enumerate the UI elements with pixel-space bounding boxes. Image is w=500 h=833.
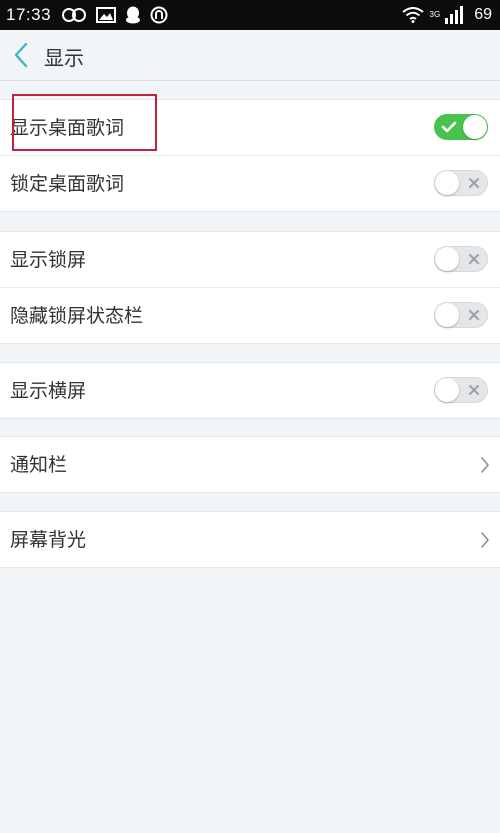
network-type: 3G (429, 10, 441, 19)
chevron-right-icon (481, 532, 489, 548)
top-bar: 显示 (0, 30, 500, 81)
setting-lock-desktop-lyrics[interactable]: 锁定桌面歌词 (0, 155, 500, 211)
chevron-right-icon (481, 457, 489, 473)
setting-label: 隐藏锁屏状态栏 (10, 305, 144, 327)
infinity-loop-icon (62, 8, 87, 22)
cross-icon (469, 178, 479, 188)
image-icon (96, 7, 117, 23)
setting-label: 通知栏 (10, 454, 68, 476)
group-lockscreen: 显示锁屏 隐藏锁屏状态栏 (0, 231, 500, 344)
setting-show-lockscreen[interactable]: 显示锁屏 (0, 232, 500, 287)
setting-notification-bar[interactable]: 通知栏 (0, 437, 500, 492)
status-notification-icons (61, 6, 168, 24)
setting-label: 显示横屏 (10, 380, 87, 402)
show-landscape-toggle[interactable] (434, 377, 488, 403)
setting-hide-lockscreen-statusbar[interactable]: 隐藏锁屏状态栏 (0, 287, 500, 343)
group-landscape: 显示横屏 (0, 362, 500, 419)
toggle-knob (435, 171, 459, 195)
cross-icon (469, 310, 479, 320)
setting-label: 显示锁屏 (10, 249, 87, 271)
setting-label: 屏幕背光 (10, 529, 87, 551)
wifi-icon (401, 7, 424, 23)
group-desktop-lyrics: 显示桌面歌词 锁定桌面歌词 (0, 99, 500, 212)
group-screen-backlight: 屏幕背光 (0, 511, 500, 568)
setting-label: 锁定桌面歌词 (10, 173, 125, 195)
toggle-knob (463, 115, 487, 139)
show-lockscreen-toggle[interactable] (434, 246, 488, 272)
setting-show-desktop-lyrics[interactable]: 显示桌面歌词 (0, 100, 500, 155)
show-desktop-lyrics-toggle[interactable] (434, 114, 488, 140)
status-time: 17:33 (6, 5, 52, 24)
check-icon (441, 121, 457, 133)
cross-icon (469, 254, 479, 264)
group-notification-bar: 通知栏 (0, 436, 500, 493)
toggle-knob (435, 247, 459, 271)
status-system-icons: 3G 69 (401, 0, 492, 30)
signal-bars-icon (445, 6, 464, 24)
setting-screen-backlight[interactable]: 屏幕背光 (0, 512, 500, 567)
lock-desktop-lyrics-toggle[interactable] (434, 170, 488, 196)
toggle-knob (435, 303, 459, 327)
chevron-left-icon[interactable] (8, 41, 34, 69)
status-bar: 17:33 3G 69 (0, 0, 500, 30)
cross-icon (469, 385, 479, 395)
at-sign-icon (150, 6, 168, 24)
toggle-knob (435, 378, 459, 402)
setting-label: 显示桌面歌词 (10, 117, 125, 139)
battery-level: 69 (474, 6, 492, 23)
qq-penguin-icon (126, 6, 141, 24)
hide-lockscreen-statusbar-toggle[interactable] (434, 302, 488, 328)
setting-show-landscape[interactable]: 显示横屏 (0, 363, 500, 418)
page-title: 显示 (44, 46, 84, 70)
